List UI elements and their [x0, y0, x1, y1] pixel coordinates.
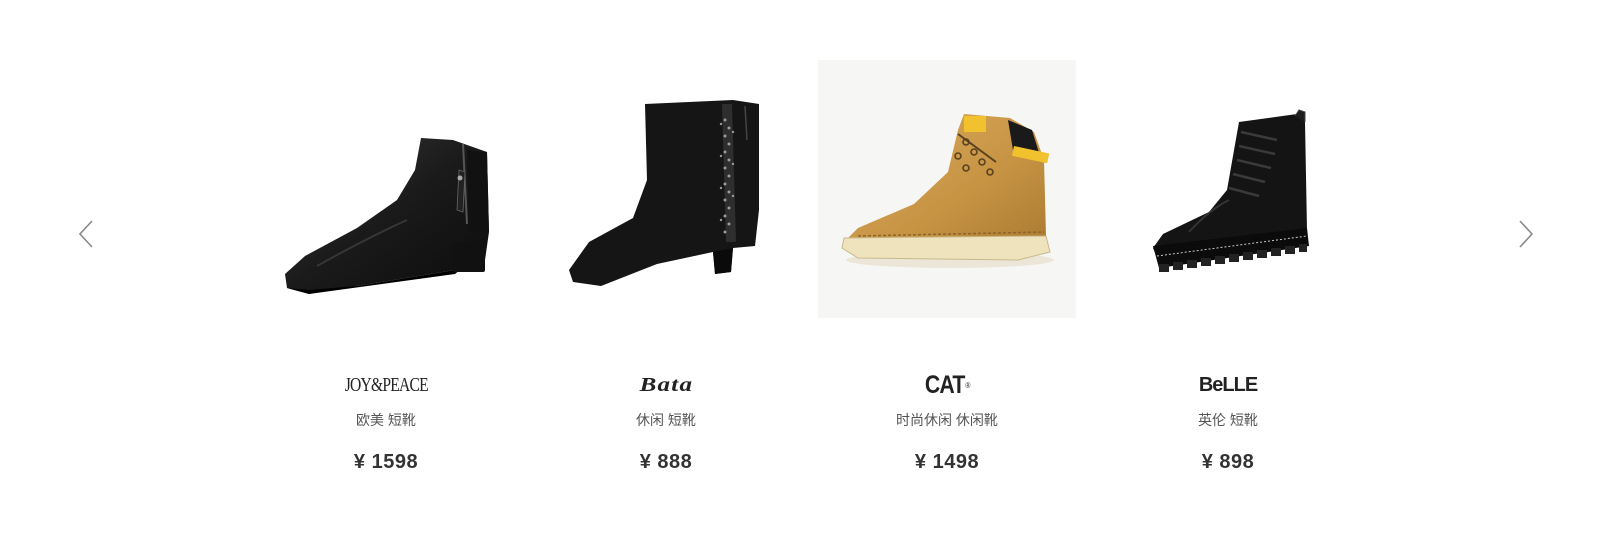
product-price: ¥ 898: [1201, 451, 1255, 473]
chevron-left-icon: [78, 220, 93, 248]
black-leather-ankle-boot-image: [285, 138, 489, 294]
carousel-next-button[interactable]: [1508, 212, 1544, 256]
product-image[interactable]: [257, 60, 515, 318]
product-price: ¥ 888: [639, 451, 693, 473]
product-price: ¥ 1598: [353, 451, 419, 473]
product-description: 休闲 短靴: [636, 412, 696, 428]
product-description: 英伦 短靴: [1198, 412, 1258, 428]
product-card[interactable]: CAT ® 时尚休闲 休闲靴 ¥ 1498: [817, 60, 1077, 500]
product-image[interactable]: [537, 60, 795, 318]
tan-work-boot-image: [841, 114, 1054, 268]
product-price: ¥ 1498: [914, 451, 980, 473]
product-card[interactable]: JOY&PEACE 欧美 短靴 ¥ 1598: [256, 60, 516, 500]
product-description: 欧美 短靴: [356, 412, 416, 428]
registered-mark: ®: [965, 380, 970, 390]
brand-logo: JOY&PEACE: [344, 373, 428, 396]
product-description: 时尚休闲 休闲靴: [896, 412, 998, 428]
brand-logo: BeLLE: [1198, 373, 1258, 396]
product-carousel: JOY&PEACE 欧美 短靴 ¥ 1598 Bata 休闲 短靴 ¥ 888 …: [0, 0, 1602, 541]
brand-name: CAT: [924, 370, 965, 399]
black-suede-block-heel-boot-image: [569, 100, 759, 286]
chevron-right-icon: [1519, 220, 1534, 248]
black-lace-up-combat-boot-image: [1153, 109, 1309, 272]
product-card[interactable]: BeLLE 英伦 短靴 ¥ 898: [1098, 60, 1358, 500]
brand-logo: CAT ®: [925, 370, 970, 400]
product-image[interactable]: [1099, 60, 1357, 318]
product-card[interactable]: Bata 休闲 短靴 ¥ 888: [536, 60, 796, 500]
product-image[interactable]: [818, 60, 1076, 318]
brand-logo: Bata: [639, 373, 693, 396]
carousel-prev-button[interactable]: [68, 212, 104, 256]
